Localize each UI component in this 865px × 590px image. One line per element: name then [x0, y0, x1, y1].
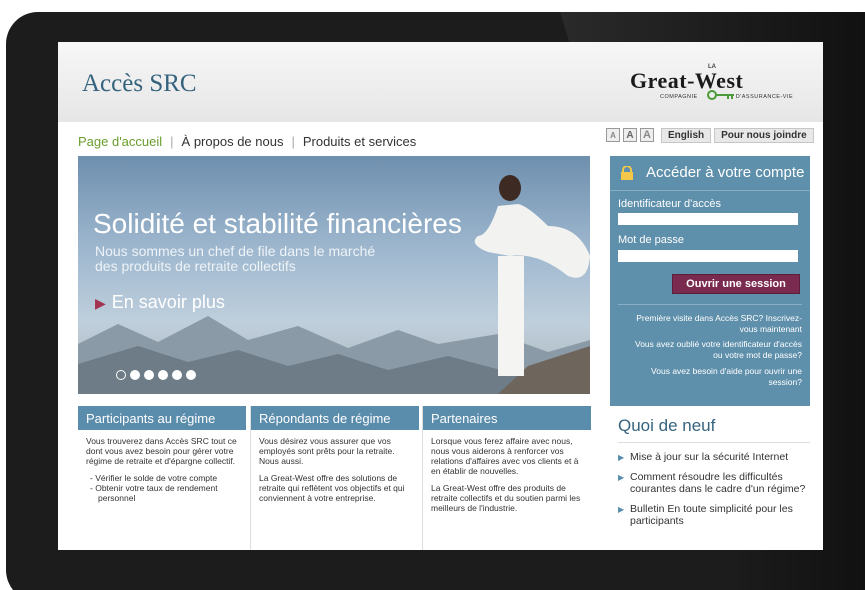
list-item[interactable]: Obtenir votre taux de rendement personne… — [95, 483, 238, 503]
sponsors-text: Vous désirez vous assurer que vos employ… — [259, 436, 395, 466]
nav-separator: | — [291, 134, 295, 149]
site-header: Accès SRC LA Great-West COMPAGNIE D'ASSUR… — [58, 42, 823, 122]
open-session-button[interactable]: Ouvrir une session — [672, 274, 800, 294]
login-title: Accéder à votre compte — [646, 164, 805, 181]
audience-columns: Participants au régime Vous trouverez da… — [78, 406, 591, 550]
news-item[interactable]: ▶ Bulletin En toute simplicité pour les p… — [618, 503, 810, 527]
password-label: Mot de passe — [618, 234, 685, 246]
font-size-small[interactable]: A — [606, 128, 620, 142]
great-west-logo[interactable]: LA Great-West COMPAGNIE D'ASSURANCE-VIE — [630, 64, 808, 104]
login-help-link[interactable]: Vous avez besoin d'aide pour ouvrir une … — [632, 366, 802, 388]
lock-icon — [621, 166, 633, 180]
partners-header[interactable]: Partenaires — [423, 406, 591, 430]
partners-text-2: La Great-West offre des produits de retr… — [431, 483, 581, 513]
access-id-input[interactable] — [618, 213, 798, 225]
sponsors-column: Répondants de régime Vous désirez vous a… — [250, 406, 419, 550]
slide-dot[interactable] — [172, 370, 182, 380]
main-nav: Page d'accueil | À propos de nous | Produits… — [78, 134, 416, 149]
arrow-right-icon: ▶ — [618, 505, 625, 514]
font-size-large[interactable]: A — [640, 128, 654, 142]
slide-dot[interactable] — [116, 370, 126, 380]
slide-dot[interactable] — [158, 370, 168, 380]
login-panel: Accéder à votre compte Identificateur d'… — [610, 156, 810, 406]
arrow-right-icon: ▶ — [618, 453, 625, 462]
partners-column: Partenaires Lorsque vous ferez affaire a… — [422, 406, 591, 550]
english-link[interactable]: English — [661, 127, 712, 143]
news-section: Quoi de neuf ▶ Mise à jour sur la sécurit… — [610, 416, 810, 527]
slide-dot[interactable] — [130, 370, 140, 380]
hero-subtitle: Nous sommes un chef de file dans le marc… — [95, 243, 376, 274]
hero-banner[interactable]: Solidité et stabilité financières Nous s… — [78, 156, 590, 394]
news-item[interactable]: ▶ Comment résoudre les difficultés couran… — [618, 471, 810, 495]
play-arrow-icon: ▶ — [95, 295, 106, 311]
arrow-right-icon: ▶ — [618, 473, 625, 482]
password-input[interactable] — [618, 250, 798, 262]
nav-home[interactable]: Page d'accueil — [78, 134, 162, 149]
site-title[interactable]: Accès SRC — [82, 70, 197, 98]
access-id-label: Identificateur d'accès — [618, 198, 721, 210]
sponsors-text-2: La Great-West offre des solutions de ret… — [259, 473, 405, 503]
website-screen: Accès SRC LA Great-West COMPAGNIE D'ASSUR… — [58, 42, 823, 550]
utility-bar: A A A English Pour nous joindre — [606, 126, 814, 144]
login-header: Accéder à votre compte — [610, 156, 810, 191]
hero-title: Solidité et stabilité financières — [93, 208, 462, 239]
slide-dot[interactable] — [186, 370, 196, 380]
font-size-medium[interactable]: A — [623, 128, 637, 142]
learn-more-link[interactable]: ▶ En savoir plus — [95, 292, 225, 313]
partners-text: Lorsque vous ferez affaire avec nous, no… — [431, 436, 579, 476]
list-item[interactable]: Vérifier le solde de votre compte — [95, 473, 238, 483]
participants-list: Vérifier le solde de votre compte Obteni… — [86, 473, 238, 503]
slide-dot[interactable] — [144, 370, 154, 380]
register-link[interactable]: Première visite dans Accès SRC? Inscrive… — [632, 313, 802, 335]
participants-header[interactable]: Participants au régime — [78, 406, 246, 430]
contact-link[interactable]: Pour nous joindre — [714, 127, 814, 143]
sponsors-header[interactable]: Répondants de régime — [251, 406, 419, 430]
news-title: Quoi de neuf — [618, 416, 810, 443]
participants-intro: Vous trouverez dans Accès SRC tout ce do… — [86, 436, 237, 466]
woman-scarf-image — [474, 175, 590, 394]
stage: Accès SRC LA Great-West COMPAGNIE D'ASSUR… — [0, 0, 865, 590]
nav-products[interactable]: Produits et services — [303, 134, 416, 149]
slide-dots — [116, 370, 196, 380]
nav-separator: | — [170, 134, 174, 149]
forgot-credentials-link[interactable]: Vous avez oublié votre identificateur d'… — [632, 339, 802, 361]
news-item[interactable]: ▶ Mise à jour sur la sécurité Internet — [618, 451, 810, 463]
participants-column: Participants au régime Vous trouverez da… — [78, 406, 246, 550]
divider — [618, 304, 802, 305]
logo-tagline: COMPAGNIE D'ASSURANCE-VIE — [660, 94, 794, 100]
nav-about[interactable]: À propos de nous — [182, 134, 284, 149]
